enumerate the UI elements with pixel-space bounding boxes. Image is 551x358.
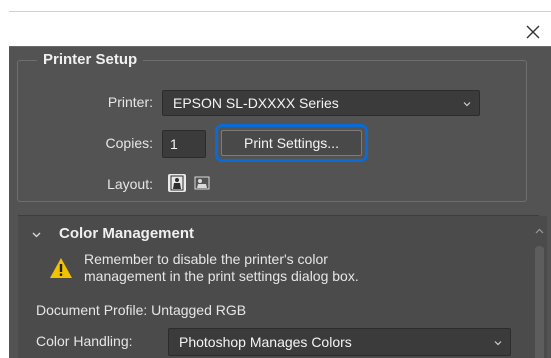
chevron-down-icon	[463, 102, 471, 107]
title-bar-divider	[9, 11, 551, 12]
landscape-orientation-icon[interactable]	[193, 174, 211, 192]
printer-select-value: EPSON SL-DXXXX Series	[173, 95, 339, 111]
color-handling-label: Color Handling:	[36, 333, 133, 349]
color-management-panel: Color Management Remember to disable the…	[18, 215, 547, 358]
color-handling-select-value: Photoshop Manages Colors	[179, 334, 352, 350]
print-settings-button-label: Print Settings...	[221, 130, 362, 156]
color-management-scrollbar[interactable]	[532, 216, 547, 358]
copies-label: Copies:	[105, 135, 153, 151]
chevron-down-icon[interactable]	[32, 230, 41, 239]
printer-label: Printer:	[107, 94, 153, 110]
print-dialog: Printer Setup Printer: EPSON SL-DXXXX Se…	[9, 46, 551, 358]
color-management-title[interactable]: Color Management	[59, 225, 194, 242]
scroll-up-arrow-icon[interactable]	[535, 228, 544, 234]
portrait-orientation-icon[interactable]	[168, 174, 186, 192]
layout-label: Layout:	[107, 176, 153, 192]
printer-select[interactable]: EPSON SL-DXXXX Series	[162, 90, 480, 116]
copies-input[interactable]: 1	[162, 130, 206, 158]
scrollbar-thumb[interactable]	[535, 246, 544, 358]
warning-icon	[50, 258, 72, 278]
close-icon[interactable]	[525, 24, 541, 40]
printer-setup-title: Printer Setup	[37, 51, 144, 68]
print-settings-button[interactable]: Print Settings...	[215, 124, 368, 162]
color-handling-select[interactable]: Photoshop Manages Colors	[168, 328, 511, 356]
document-profile: Document Profile: Untagged RGB	[36, 302, 247, 318]
chevron-down-icon	[494, 341, 502, 346]
color-management-warning: Remember to disable the printer's color …	[84, 251, 359, 284]
